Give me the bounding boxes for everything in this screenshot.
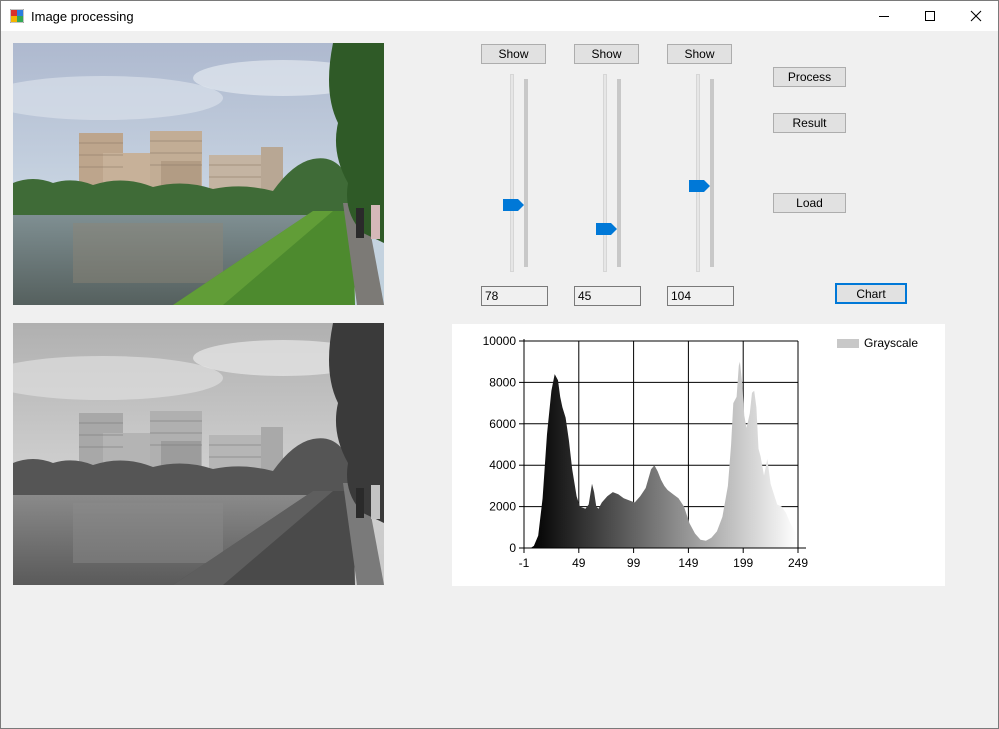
- result-button[interactable]: Result: [773, 113, 846, 133]
- show-button-2[interactable]: Show: [574, 44, 639, 64]
- minimize-button[interactable]: [861, 1, 907, 31]
- title-bar: Image processing: [1, 1, 998, 31]
- x-tick-label: 199: [733, 556, 753, 570]
- slider-3-value-box[interactable]: 104: [667, 286, 734, 306]
- histogram-area: [530, 361, 797, 548]
- x-tick-label: -1: [519, 556, 530, 570]
- slider-3-groove: [710, 79, 714, 267]
- original-image: [13, 43, 384, 305]
- slider-2-groove: [617, 79, 621, 267]
- minimize-icon: [879, 16, 889, 17]
- x-tick-label: 49: [572, 556, 586, 570]
- grayscale-image: [13, 323, 384, 585]
- maximize-icon: [925, 11, 935, 21]
- slider-1-groove: [524, 79, 528, 267]
- y-tick-label: 0: [509, 541, 516, 555]
- slider-1-thumb[interactable]: [503, 198, 525, 211]
- show-button-1[interactable]: Show: [481, 44, 546, 64]
- close-button[interactable]: [953, 1, 999, 31]
- y-tick-label: 2000: [489, 500, 516, 514]
- x-tick-label: 149: [678, 556, 698, 570]
- process-button[interactable]: Process: [773, 67, 846, 87]
- y-tick-label: 6000: [489, 417, 516, 431]
- histogram-chart: -1 49 99 149 199 249 0 2000 4000 6000 8000 10000 Gr…: [452, 324, 945, 586]
- load-button[interactable]: Load: [773, 193, 846, 213]
- slider-1-track[interactable]: [510, 74, 514, 272]
- close-icon: [970, 10, 982, 22]
- y-tick-label: 10000: [483, 334, 517, 348]
- x-tick-label: 249: [788, 556, 808, 570]
- histogram-plot: -1 49 99 149 199 249 0 2000 4000 6000 8000 10000: [483, 334, 809, 570]
- show-button-3[interactable]: Show: [667, 44, 732, 64]
- chart-button[interactable]: Chart: [835, 283, 907, 304]
- app-icon: [10, 9, 24, 23]
- x-tick-label: 99: [627, 556, 641, 570]
- y-tick-label: 8000: [489, 375, 516, 389]
- legend-label: Grayscale: [864, 336, 919, 350]
- slider-2-track[interactable]: [603, 74, 607, 272]
- slider-1-value-box[interactable]: 78: [481, 286, 548, 306]
- slider-2-thumb[interactable]: [596, 222, 618, 235]
- y-tick-label: 4000: [489, 458, 516, 472]
- legend-swatch: [837, 339, 859, 348]
- slider-2-value-box[interactable]: 45: [574, 286, 641, 306]
- main-window: Image processing Show Show Show 78 45 10…: [0, 0, 999, 729]
- slider-3-thumb[interactable]: [689, 179, 711, 192]
- maximize-button[interactable]: [907, 1, 953, 31]
- window-title: Image processing: [31, 9, 134, 24]
- slider-3-track[interactable]: [696, 74, 700, 272]
